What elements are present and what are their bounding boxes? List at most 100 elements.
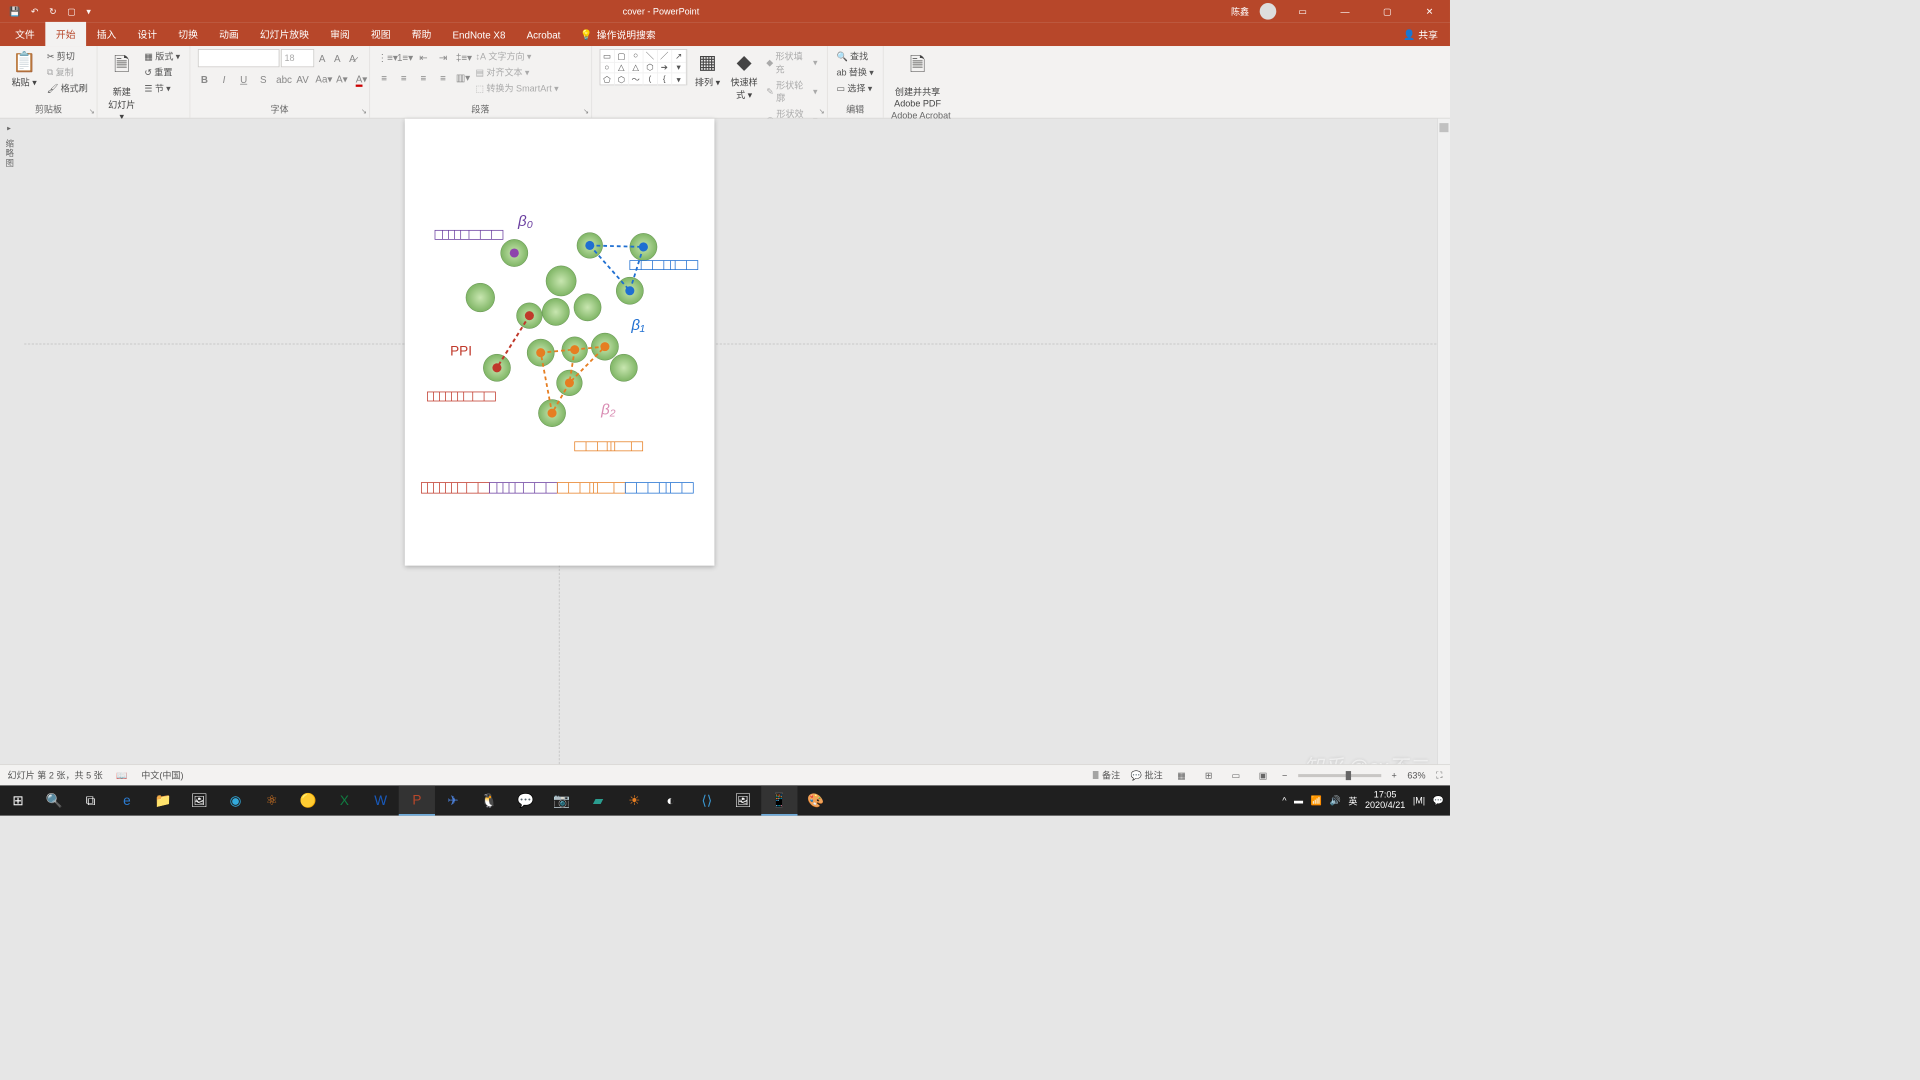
close-icon[interactable]: ✕	[1414, 0, 1446, 23]
undo-icon[interactable]: ↶	[31, 6, 39, 17]
layout-button[interactable]: ▦版式 ▾	[143, 49, 182, 63]
language-status[interactable]: 中文(中国)	[141, 769, 183, 782]
camera-icon[interactable]: 📷	[544, 785, 580, 815]
photos-icon[interactable]: 🖼	[725, 785, 761, 815]
align-right-button[interactable]: ≡	[417, 72, 431, 83]
case-button[interactable]: Aa▾	[315, 73, 329, 85]
numbering-button[interactable]: 1≡▾	[397, 52, 411, 64]
text-direction-button[interactable]: ↕A文字方向 ▾	[474, 49, 560, 63]
slide-counter[interactable]: 幻灯片 第 2 张，共 5 张	[8, 769, 103, 782]
user-name[interactable]: 陈鑫	[1231, 5, 1249, 18]
search-icon[interactable]: 🔍	[36, 785, 72, 815]
font-launcher-icon[interactable]: ↘	[361, 107, 367, 115]
fit-window-icon[interactable]: ⛶	[1436, 770, 1442, 781]
tab-animations[interactable]: 动画	[208, 22, 249, 46]
volume-icon[interactable]: 🔊	[1329, 795, 1340, 806]
bold-button[interactable]: B	[198, 74, 212, 85]
bullets-button[interactable]: ⋮≡▾	[377, 52, 391, 64]
tab-file[interactable]: 文件	[5, 22, 46, 46]
app-icon-6[interactable]: ☀	[616, 785, 652, 815]
clock[interactable]: 17:05 2020/4/21	[1365, 790, 1405, 811]
shape-outline-button[interactable]: ✎形状轮廓 ▾	[765, 78, 819, 105]
app-icon-4[interactable]: ✈	[435, 785, 471, 815]
strike-button[interactable]: abc	[276, 74, 290, 85]
powerpoint-icon[interactable]: P	[399, 785, 435, 815]
excel-icon[interactable]: X	[326, 785, 362, 815]
section-button[interactable]: ☰节 ▾	[143, 81, 182, 95]
italic-button[interactable]: I	[217, 74, 231, 85]
columns-button[interactable]: ▥▾	[456, 72, 470, 84]
shapes-gallery[interactable]: ▭▢○＼／↗ ○△△⬡➔▾ ⬠⬡～({▾	[599, 49, 687, 85]
slide[interactable]: β₀ β₁ β₂ PPI	[405, 119, 715, 566]
outdent-button[interactable]: ⇤	[417, 52, 431, 64]
task-view-icon[interactable]: ⧉	[72, 785, 108, 815]
qat-more-icon[interactable]: ▾	[86, 6, 91, 17]
horizontal-guide[interactable]	[24, 344, 1436, 345]
align-left-button[interactable]: ≡	[377, 72, 391, 83]
save-icon[interactable]: 💾	[9, 6, 20, 17]
tab-acrobat[interactable]: Acrobat	[516, 25, 571, 46]
tab-insert[interactable]: 插入	[86, 22, 127, 46]
tell-me[interactable]: 💡操作说明搜索	[571, 23, 665, 46]
reading-view-icon[interactable]: ▭	[1228, 770, 1245, 781]
replace-button[interactable]: ab替换 ▾	[835, 65, 875, 79]
scroll-thumb[interactable]	[1439, 123, 1448, 132]
create-pdf-button[interactable]: 🗎创建并共享 Adobe PDF	[891, 49, 944, 109]
editing-canvas[interactable]: ▸ 缩略图	[0, 119, 1450, 795]
clear-format-icon[interactable]: A̷	[346, 52, 360, 63]
explorer-icon[interactable]: 📁	[145, 785, 181, 815]
tab-endnote[interactable]: EndNote X8	[442, 25, 516, 46]
line-spacing-button[interactable]: ‡≡▾	[456, 52, 470, 64]
notes-button[interactable]: ≣ 备注	[1092, 769, 1120, 782]
slideshow-view-icon[interactable]: ▣	[1255, 770, 1272, 781]
zoom-slider[interactable]	[1298, 774, 1381, 777]
shape-fill-button[interactable]: ◆形状填充 ▾	[765, 49, 819, 76]
app-icon-1[interactable]: 🖼	[181, 785, 217, 815]
wechat-icon[interactable]: 💬	[507, 785, 543, 815]
paste-button[interactable]: 📋粘贴 ▾	[8, 49, 41, 88]
zoom-in-icon[interactable]: +	[1391, 770, 1396, 781]
start-button[interactable]: ⊞	[0, 785, 36, 815]
qq-icon[interactable]: 🐧	[471, 785, 507, 815]
font-family-input[interactable]	[198, 49, 280, 67]
drawing-launcher-icon[interactable]: ↘	[819, 107, 825, 115]
underline-button[interactable]: U	[237, 74, 251, 85]
minimize-icon[interactable]: —	[1329, 0, 1361, 23]
font-color-button[interactable]: A▾	[355, 73, 369, 85]
sorter-view-icon[interactable]: ⊞	[1200, 770, 1217, 781]
ribbon-options-icon[interactable]: ▭	[1287, 0, 1319, 23]
tray-expand-icon[interactable]: ^	[1282, 795, 1286, 806]
thumbnails-collapsed[interactable]: ▸ 缩略图	[0, 125, 18, 171]
clipboard-launcher-icon[interactable]: ↘	[89, 107, 95, 115]
tab-home[interactable]: 开始	[45, 22, 86, 46]
edge-icon[interactable]: e	[109, 785, 145, 815]
tab-design[interactable]: 设计	[127, 22, 168, 46]
expand-thumbnails-icon[interactable]: ▸	[0, 125, 18, 133]
app-icon-7[interactable]: ◐	[652, 785, 688, 815]
vertical-scrollbar[interactable]	[1437, 119, 1450, 795]
grow-font-icon[interactable]: A	[315, 52, 329, 63]
spacing-button[interactable]: AV	[296, 74, 310, 85]
tray-app-icon-1[interactable]: |M|	[1413, 795, 1425, 806]
format-painter-button[interactable]: 🖌格式刷	[45, 81, 89, 95]
quick-styles-button[interactable]: ◆快速样式 ▾	[728, 49, 760, 101]
indent-button[interactable]: ⇥	[436, 52, 450, 64]
word-icon[interactable]: W	[362, 785, 398, 815]
align-text-button[interactable]: ▤对齐文本 ▾	[474, 65, 560, 79]
app-icon-5[interactable]: ▰	[580, 785, 616, 815]
cut-button[interactable]: ✂剪切	[45, 49, 89, 63]
highlight-button[interactable]: A▾	[335, 73, 349, 85]
smartart-button[interactable]: ⬚转换为 SmartArt ▾	[474, 81, 560, 95]
zoom-out-icon[interactable]: −	[1282, 770, 1287, 781]
tab-help[interactable]: 帮助	[401, 22, 442, 46]
ime-indicator[interactable]: 英	[1348, 794, 1357, 807]
comments-button[interactable]: 💬 批注	[1131, 769, 1163, 782]
paragraph-launcher-icon[interactable]: ↘	[583, 107, 589, 115]
zoom-level[interactable]: 63%	[1407, 770, 1425, 781]
align-center-button[interactable]: ≡	[397, 72, 411, 83]
reset-button[interactable]: ↺重置	[143, 65, 182, 79]
battery-icon[interactable]: ▬	[1294, 795, 1303, 806]
vscode-icon[interactable]: ⟨⟩	[689, 785, 725, 815]
start-from-beginning-icon[interactable]: ▢	[67, 6, 76, 17]
app-icon-3[interactable]: ⚛	[254, 785, 290, 815]
